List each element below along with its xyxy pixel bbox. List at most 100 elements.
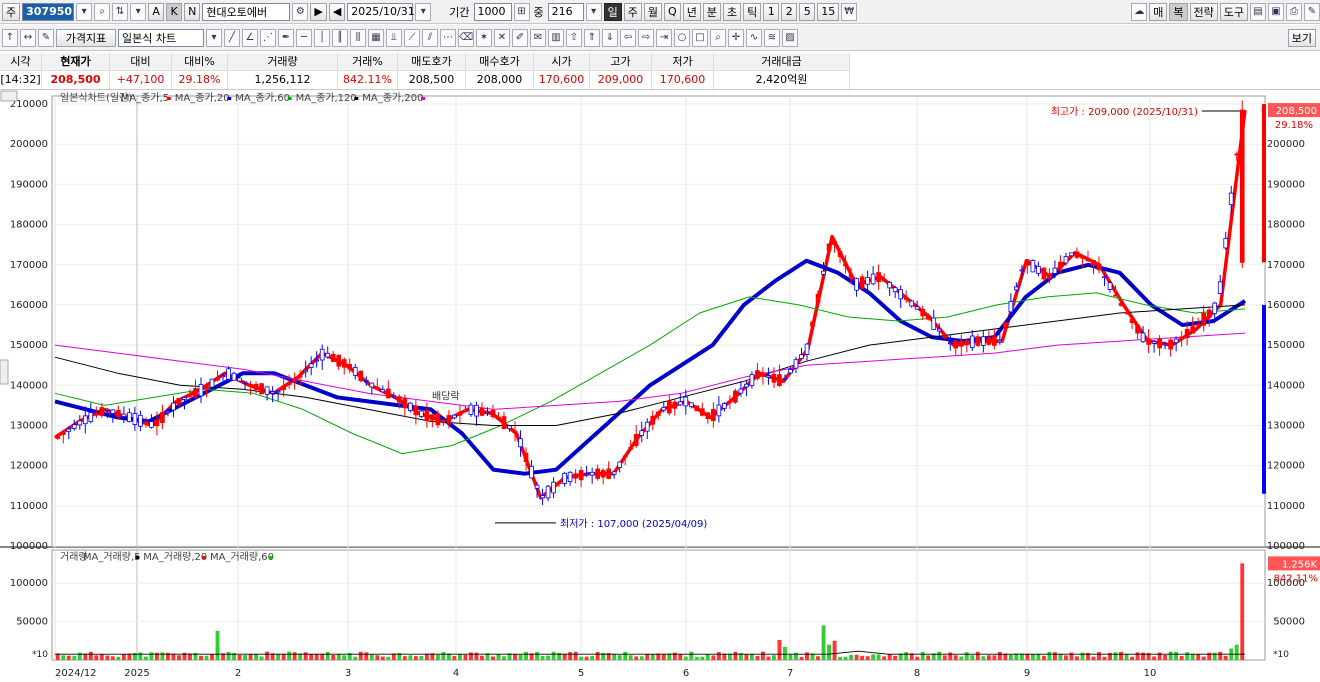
screen-icon[interactable]: ▨ (782, 28, 798, 47)
folder-icon[interactable]: ▤ (1250, 2, 1266, 21)
wave-icon[interactable]: ∿ (746, 28, 762, 47)
candle-body (1019, 269, 1025, 272)
chevron-down-icon[interactable]: ▾ (206, 28, 222, 47)
next-button[interactable]: ▶ (310, 2, 327, 21)
eraser-icon[interactable]: ⌫ (458, 28, 474, 47)
up-arrow-icon[interactable]: ⇑ (584, 28, 600, 47)
candle-body (325, 352, 331, 358)
chevron-down-icon[interactable]: ▾ (130, 2, 147, 21)
candle-body (490, 410, 496, 418)
zoom-icon[interactable]: ⌕ (710, 28, 726, 47)
currency-icon[interactable]: ₩ (841, 2, 858, 21)
text-icon[interactable]: ✐ (512, 28, 528, 47)
count-input[interactable]: 216 (547, 2, 584, 21)
rectangle-icon[interactable]: □ (692, 28, 708, 47)
wrench-icon[interactable]: ✎ (1304, 2, 1320, 21)
strategy-button[interactable]: 전략 (1189, 2, 1218, 21)
sort-icon[interactable]: ⇅ (112, 2, 129, 21)
date-input[interactable]: 2025/10/31 (347, 2, 415, 21)
crosshair-icon[interactable]: ✛ (728, 28, 744, 47)
pattern-icon[interactable]: ≋ (764, 28, 780, 47)
volume-bar (1185, 652, 1190, 660)
tab-1[interactable]: 1 (763, 2, 780, 21)
report-icon[interactable]: ▥ (548, 28, 564, 47)
multi-chart-button[interactable]: 복 (1169, 2, 1188, 21)
edit-icon[interactable]: ✎ (38, 28, 54, 47)
magic-icon[interactable]: ✶ (476, 28, 492, 47)
arrow-up-icon[interactable]: ↑ (2, 28, 18, 47)
trendline-icon[interactable]: ╱ (224, 28, 240, 47)
pen-icon[interactable]: ✒ (278, 28, 294, 47)
cloud-icon[interactable]: ☁ (1131, 2, 1148, 21)
horizontal-line-icon[interactable]: ─ (296, 28, 312, 47)
gann-icon[interactable]: ⋯ (440, 28, 456, 47)
volume-bar (1190, 654, 1195, 660)
expand-horizontal-icon[interactable]: ↔ (20, 28, 36, 47)
tab-2[interactable]: 2 (781, 2, 798, 21)
chevron-down-icon[interactable]: ▾ (76, 2, 93, 21)
channel-icon[interactable]: ⟋ (404, 28, 420, 47)
market-selector[interactable]: 주 (2, 2, 21, 21)
volume-bar (1097, 652, 1101, 660)
tab-second[interactable]: 초 (722, 2, 742, 21)
volume-bar (942, 655, 947, 660)
chevron-down-icon[interactable]: ▾ (585, 2, 602, 21)
tab-monthly[interactable]: 월 (643, 2, 663, 21)
tab-5[interactable]: 5 (799, 2, 816, 21)
search-icon[interactable]: ⌕ (94, 2, 111, 21)
candle-body (1124, 311, 1129, 314)
view-button[interactable]: 보기 (1287, 28, 1316, 47)
candle-body (138, 414, 143, 427)
right-arrow-icon[interactable]: ⇨ (638, 28, 654, 47)
single-chart-button[interactable]: 매 (1149, 2, 1168, 21)
tab-yearly[interactable]: 년 (682, 2, 701, 21)
volume-bar (766, 656, 771, 660)
fix-icon[interactable]: ⊞ (513, 2, 530, 21)
tab-weekly[interactable]: 주 (623, 2, 642, 21)
prev-button[interactable]: ◀ (328, 2, 346, 21)
fibonacci-icon[interactable]: ⫼ (350, 28, 366, 47)
market-a-button[interactable]: A (148, 2, 165, 21)
candle-body (1041, 267, 1047, 280)
candle-body (1239, 109, 1245, 263)
tab-quarterly[interactable]: Q (664, 2, 681, 21)
tools-button[interactable]: 도구 (1219, 2, 1248, 21)
collapse-up-icon[interactable]: ⇧ (566, 28, 582, 47)
volume-bar (325, 651, 330, 660)
period-input[interactable]: 1000 (473, 2, 512, 21)
vertical-line-icon[interactable]: │ (314, 28, 330, 47)
info-header-10: 저가 (652, 53, 714, 71)
volume-bar (94, 655, 99, 660)
left-arrow-icon[interactable]: ⇦ (620, 28, 636, 47)
tab-tick[interactable]: 틱 (743, 2, 762, 21)
candle-body (496, 416, 501, 420)
down-arrow-icon[interactable]: ⇓ (602, 28, 618, 47)
price-index-button[interactable]: 가격지표 (56, 28, 116, 47)
chart-type-select[interactable]: 일본식 차트 (118, 28, 204, 47)
info-header-7: 매수호가 (466, 53, 534, 71)
save-icon[interactable]: ▣ (1268, 2, 1284, 21)
note-icon[interactable]: ✉ (530, 28, 546, 47)
tab-daily[interactable]: 일 (603, 2, 622, 21)
current-price-tag: 208,500 (1276, 106, 1317, 117)
market-n-button[interactable]: N (184, 2, 201, 21)
market-k-button[interactable]: K (166, 2, 183, 21)
tab-15[interactable]: 15 (817, 2, 840, 21)
config-icon[interactable]: ⚙ (292, 2, 309, 21)
candle-body (507, 425, 512, 430)
end-icon[interactable]: ⇥ (656, 28, 672, 47)
stock-code-input[interactable]: 307950 (22, 2, 75, 21)
fan-icon[interactable]: ⋰ (260, 28, 276, 47)
parallel-icon[interactable]: ⫽ (422, 28, 438, 47)
angle-icon[interactable]: ∠ (242, 28, 258, 47)
print-icon[interactable]: ⎙ (1286, 2, 1302, 21)
circle-icon[interactable]: ○ (674, 28, 690, 47)
tab-minute[interactable]: 분 (702, 2, 721, 21)
vertical-lines-icon[interactable]: ║ (332, 28, 348, 47)
volume-y-tick-left: 50000 (16, 617, 48, 628)
candle-body (187, 394, 193, 397)
calendar-dropdown-icon[interactable]: ▾ (415, 2, 432, 21)
grid-icon[interactable]: ▦ (368, 28, 384, 47)
delete-icon[interactable]: ✕ (494, 28, 510, 47)
cycle-icon[interactable]: ⫫ (386, 28, 402, 47)
